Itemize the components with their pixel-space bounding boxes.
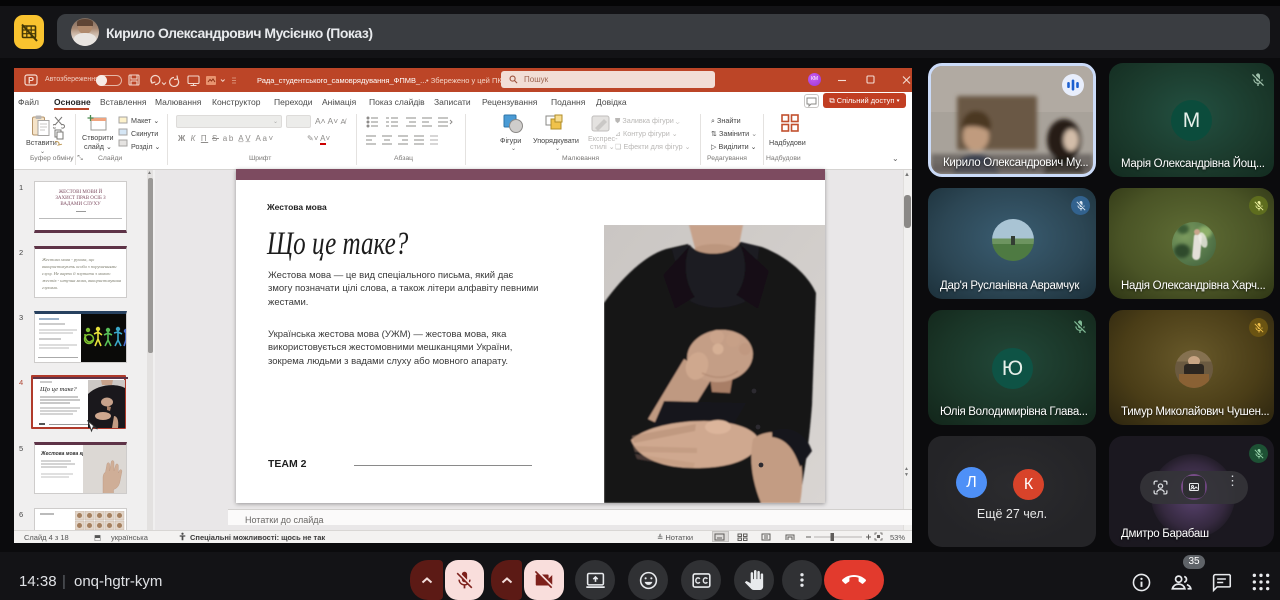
svg-text:P: P [28, 76, 34, 86]
